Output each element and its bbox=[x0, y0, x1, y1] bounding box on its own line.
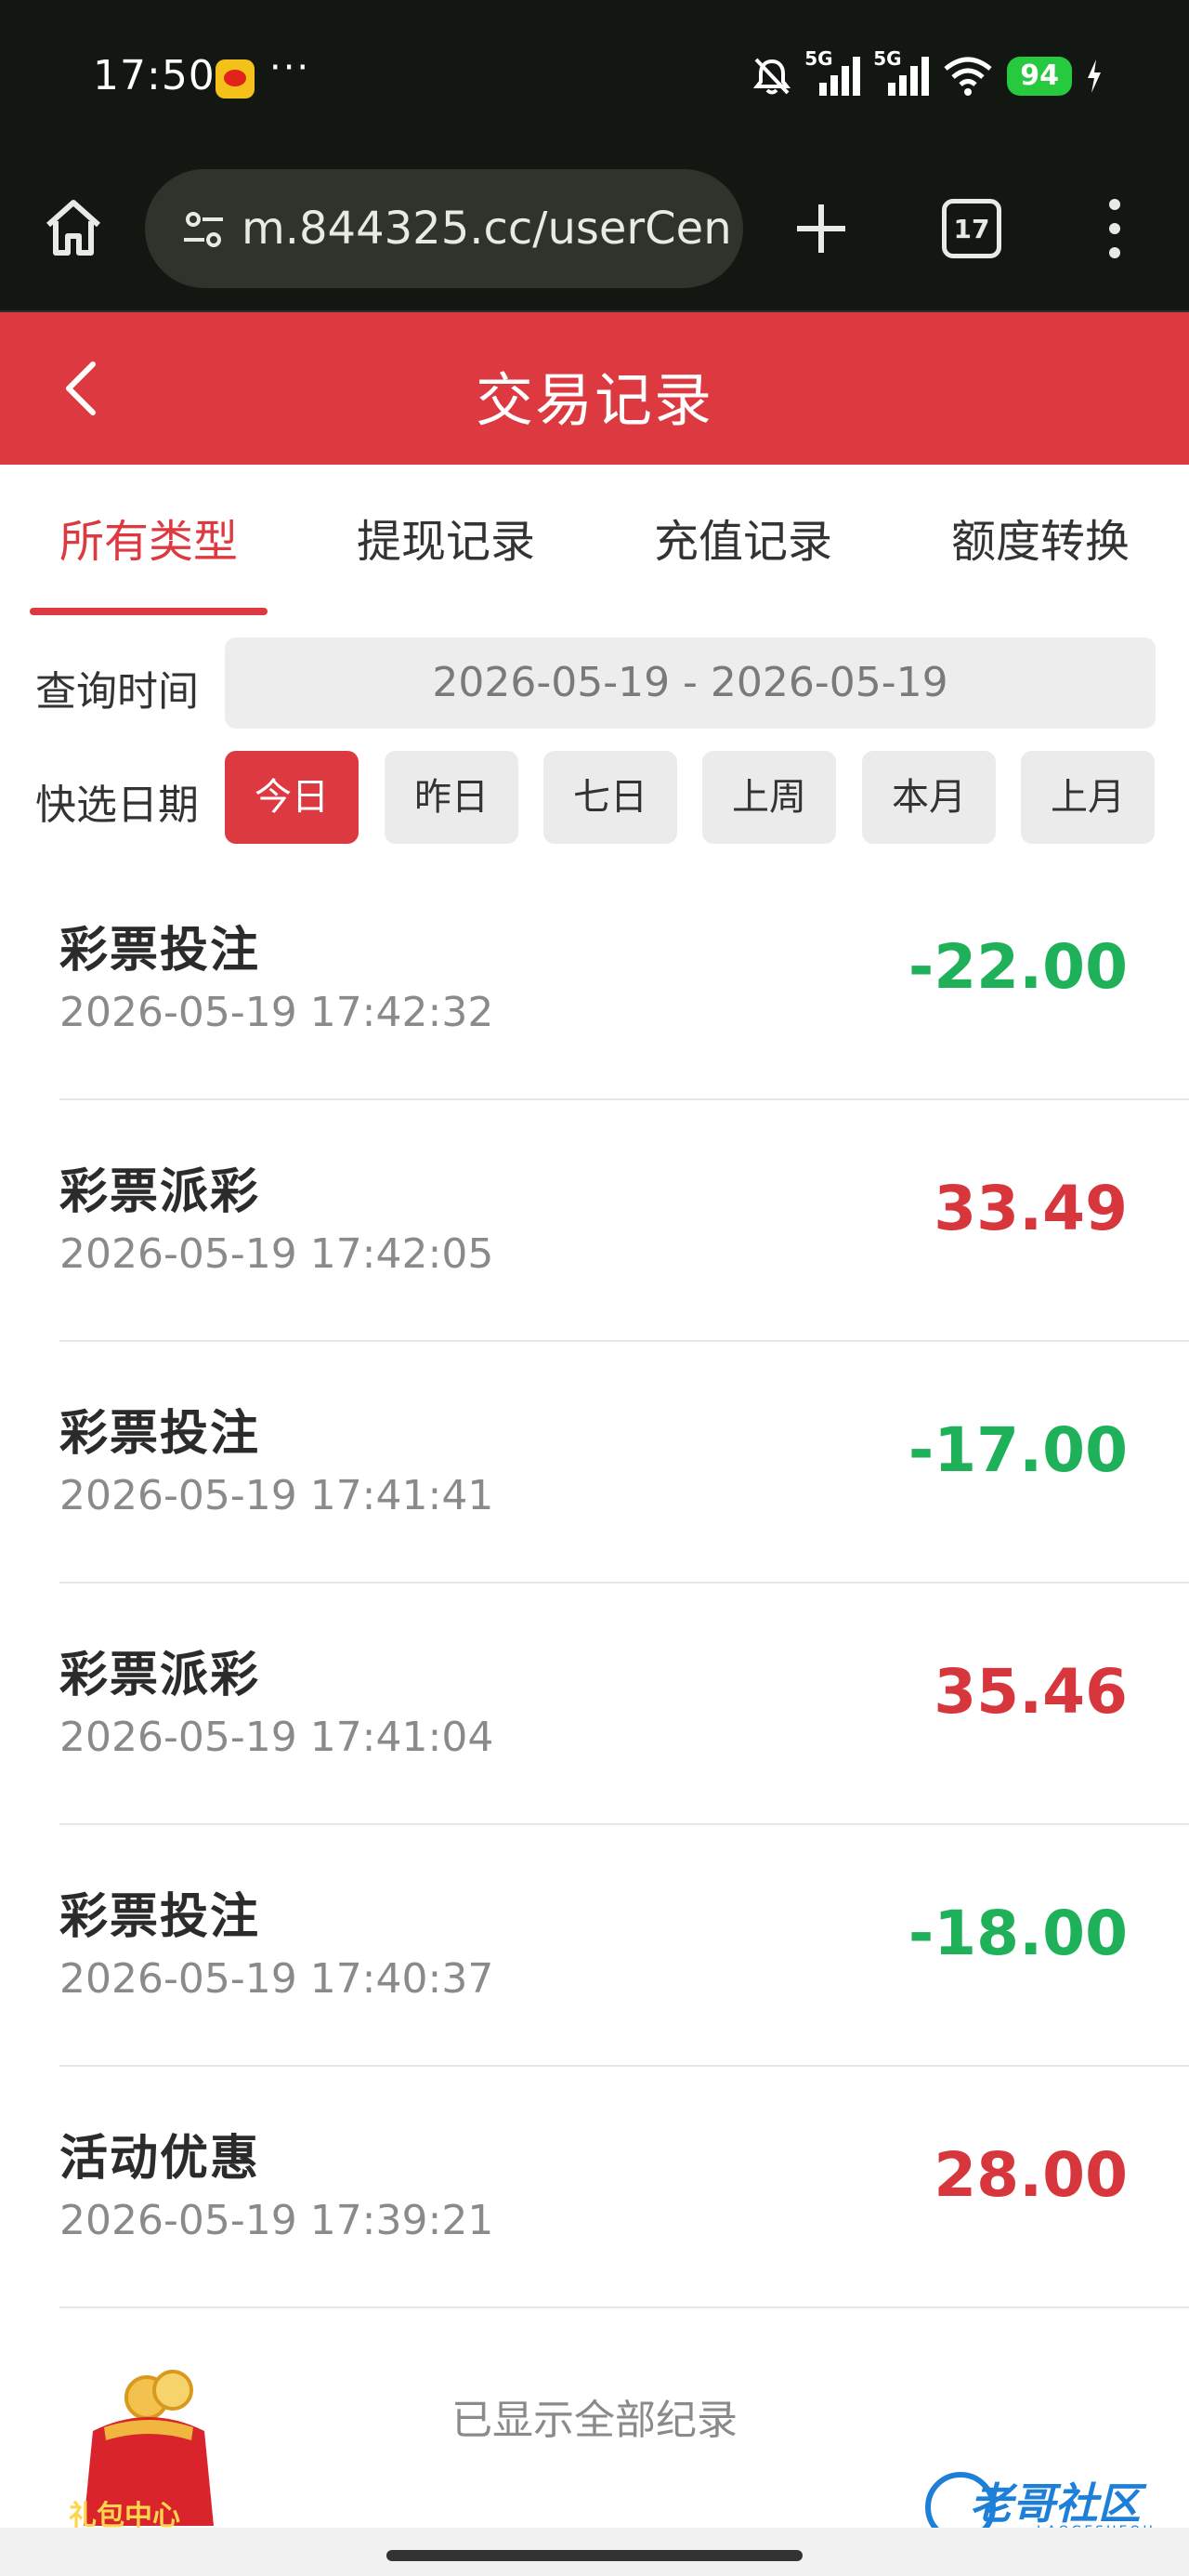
status-icons: 5G 5G 94 bbox=[752, 47, 1104, 104]
record-type: 彩票投注 bbox=[59, 1889, 261, 1945]
record-time: 2026-05-19 17:41:04 bbox=[59, 1714, 494, 1761]
watermark-text: 老哥社区 bbox=[970, 2478, 1141, 2529]
system-navigation-bar bbox=[0, 2528, 1189, 2576]
quick-date-last-week-button[interactable]: 上周 bbox=[702, 751, 836, 844]
record-type: 彩票投注 bbox=[59, 1406, 261, 1462]
record-time: 2026-05-19 17:42:05 bbox=[59, 1230, 494, 1278]
page-title: 交易记录 bbox=[475, 366, 713, 434]
status-bar: 17:50 ··· 5G 5G 94 bbox=[0, 0, 1189, 156]
list-item[interactable]: 活动优惠 2026-05-19 17:39:21 28.00 bbox=[59, 2067, 1189, 2308]
more-vert-icon[interactable] bbox=[1096, 193, 1133, 264]
record-type-tabs: 所有类型 提现记录 充值记录 额度转换 bbox=[0, 465, 1189, 619]
record-time: 2026-05-19 17:40:37 bbox=[59, 1955, 494, 2003]
record-amount: 33.49 bbox=[934, 1173, 1128, 1244]
list-item[interactable]: 彩票投注 2026-05-19 17:40:37 -18.00 bbox=[59, 1825, 1189, 2067]
more-notifications-icon: ··· bbox=[269, 46, 311, 89]
list-item[interactable]: 彩票投注 2026-05-19 17:41:41 -17.00 bbox=[59, 1342, 1189, 1584]
bell-off-icon bbox=[753, 58, 791, 95]
list-item[interactable]: 彩票投注 2026-05-19 17:42:32 -22.00 bbox=[59, 859, 1189, 1100]
gesture-handle[interactable] bbox=[386, 2550, 803, 2561]
record-amount: -17.00 bbox=[908, 1414, 1128, 1486]
query-time-label: 查询时间 bbox=[35, 668, 199, 716]
active-tab-indicator bbox=[30, 608, 268, 615]
weibo-icon bbox=[216, 59, 255, 99]
battery-level: 94 bbox=[1007, 57, 1072, 96]
tab-withdrawals[interactable]: 提现记录 bbox=[327, 509, 565, 574]
date-range-picker[interactable]: 2026-05-19 - 2026-05-19 bbox=[225, 637, 1156, 729]
quick-date-7days-button[interactable]: 七日 bbox=[543, 751, 677, 844]
tab-count: 17 bbox=[953, 213, 990, 244]
wifi-icon bbox=[944, 57, 992, 96]
browser-toolbar: m.844325.cc/userCen 17 bbox=[0, 156, 1189, 312]
gift-center-button[interactable]: 礼包中心 bbox=[56, 2366, 242, 2532]
record-amount: 28.00 bbox=[934, 2139, 1128, 2211]
quick-date-yesterday-button[interactable]: 昨日 bbox=[385, 751, 518, 844]
signal-icon: 5G bbox=[804, 47, 861, 99]
record-amount: -18.00 bbox=[908, 1898, 1128, 1969]
record-time: 2026-05-19 17:39:21 bbox=[59, 2197, 494, 2244]
record-amount: -22.00 bbox=[908, 931, 1128, 1003]
record-time: 2026-05-19 17:42:32 bbox=[59, 989, 494, 1036]
record-type: 彩票派彩 bbox=[59, 1164, 261, 1220]
plus-icon[interactable] bbox=[791, 195, 851, 262]
list-item[interactable]: 彩票派彩 2026-05-19 17:42:05 33.49 bbox=[59, 1100, 1189, 1342]
address-bar[interactable]: m.844325.cc/userCen bbox=[145, 169, 743, 288]
tabs-icon[interactable]: 17 bbox=[942, 199, 1001, 258]
tab-transfers[interactable]: 额度转换 bbox=[921, 509, 1159, 574]
record-time: 2026-05-19 17:41:41 bbox=[59, 1472, 494, 1519]
list-item[interactable]: 彩票派彩 2026-05-19 17:41:04 35.46 bbox=[59, 1584, 1189, 1825]
tab-all-types[interactable]: 所有类型 bbox=[30, 509, 268, 574]
signal-icon: 5G bbox=[873, 47, 930, 99]
quick-date-today-button[interactable]: 今日 bbox=[225, 751, 359, 844]
site-settings-icon[interactable] bbox=[180, 206, 227, 253]
quick-date-label: 快选日期 bbox=[35, 782, 199, 829]
charging-icon bbox=[1088, 59, 1101, 93]
home-icon[interactable] bbox=[41, 195, 106, 260]
record-type: 彩票投注 bbox=[59, 923, 261, 979]
tab-deposits[interactable]: 充值记录 bbox=[624, 509, 862, 574]
quick-date-last-month-button[interactable]: 上月 bbox=[1021, 751, 1155, 844]
url-text[interactable]: m.844325.cc/userCen bbox=[242, 199, 734, 258]
record-type: 彩票派彩 bbox=[59, 1648, 261, 1703]
quick-date-this-month-button[interactable]: 本月 bbox=[862, 751, 996, 844]
status-time: 17:50 bbox=[93, 52, 216, 99]
record-amount: 35.46 bbox=[934, 1656, 1128, 1728]
record-type: 活动优惠 bbox=[59, 2131, 261, 2187]
app-header: 交易记录 bbox=[0, 312, 1189, 465]
